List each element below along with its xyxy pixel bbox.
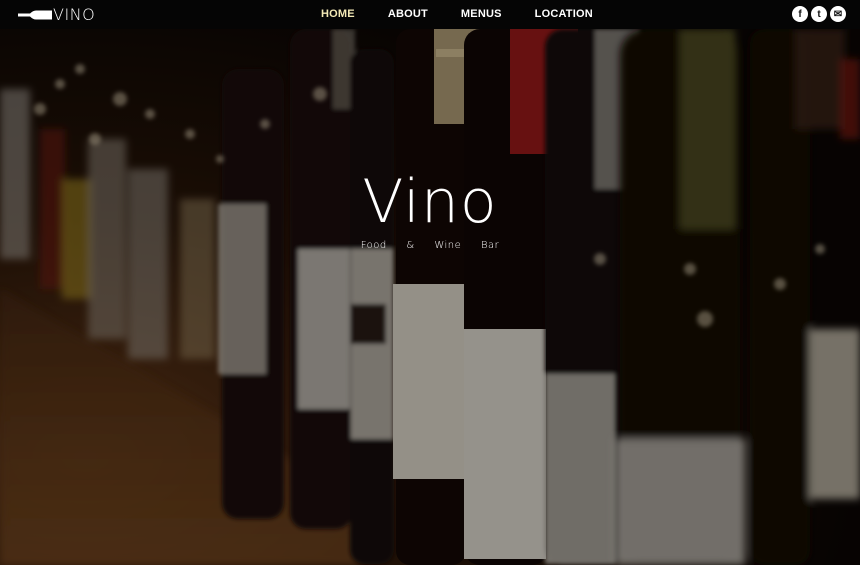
hero-title: Vino [362, 167, 498, 237]
nav-location-link[interactable]: LOCATION [535, 0, 593, 29]
brand-name: VINO [53, 5, 96, 24]
hero-subtitle: Food & Wine Bar [360, 240, 500, 251]
top-navigation-bar: VINO HOME ABOUT MENUS LOCATION f t ✉ [0, 0, 860, 29]
nav-menus-link[interactable]: MENUS [461, 0, 502, 29]
wine-bottle-icon [18, 10, 52, 20]
twitter-icon[interactable]: t [811, 6, 827, 22]
main-menu: HOME ABOUT MENUS LOCATION [321, 0, 626, 29]
nav-home-link[interactable]: HOME [321, 0, 355, 29]
nav-about-link[interactable]: ABOUT [388, 0, 428, 29]
social-links: f t ✉ [792, 6, 846, 22]
hero-section: Vino Food & Wine Bar [0, 29, 860, 565]
brand-logo[interactable]: VINO [18, 5, 95, 25]
facebook-icon[interactable]: f [792, 6, 808, 22]
email-icon[interactable]: ✉ [830, 6, 846, 22]
wine-bottles-background-image [0, 29, 860, 565]
